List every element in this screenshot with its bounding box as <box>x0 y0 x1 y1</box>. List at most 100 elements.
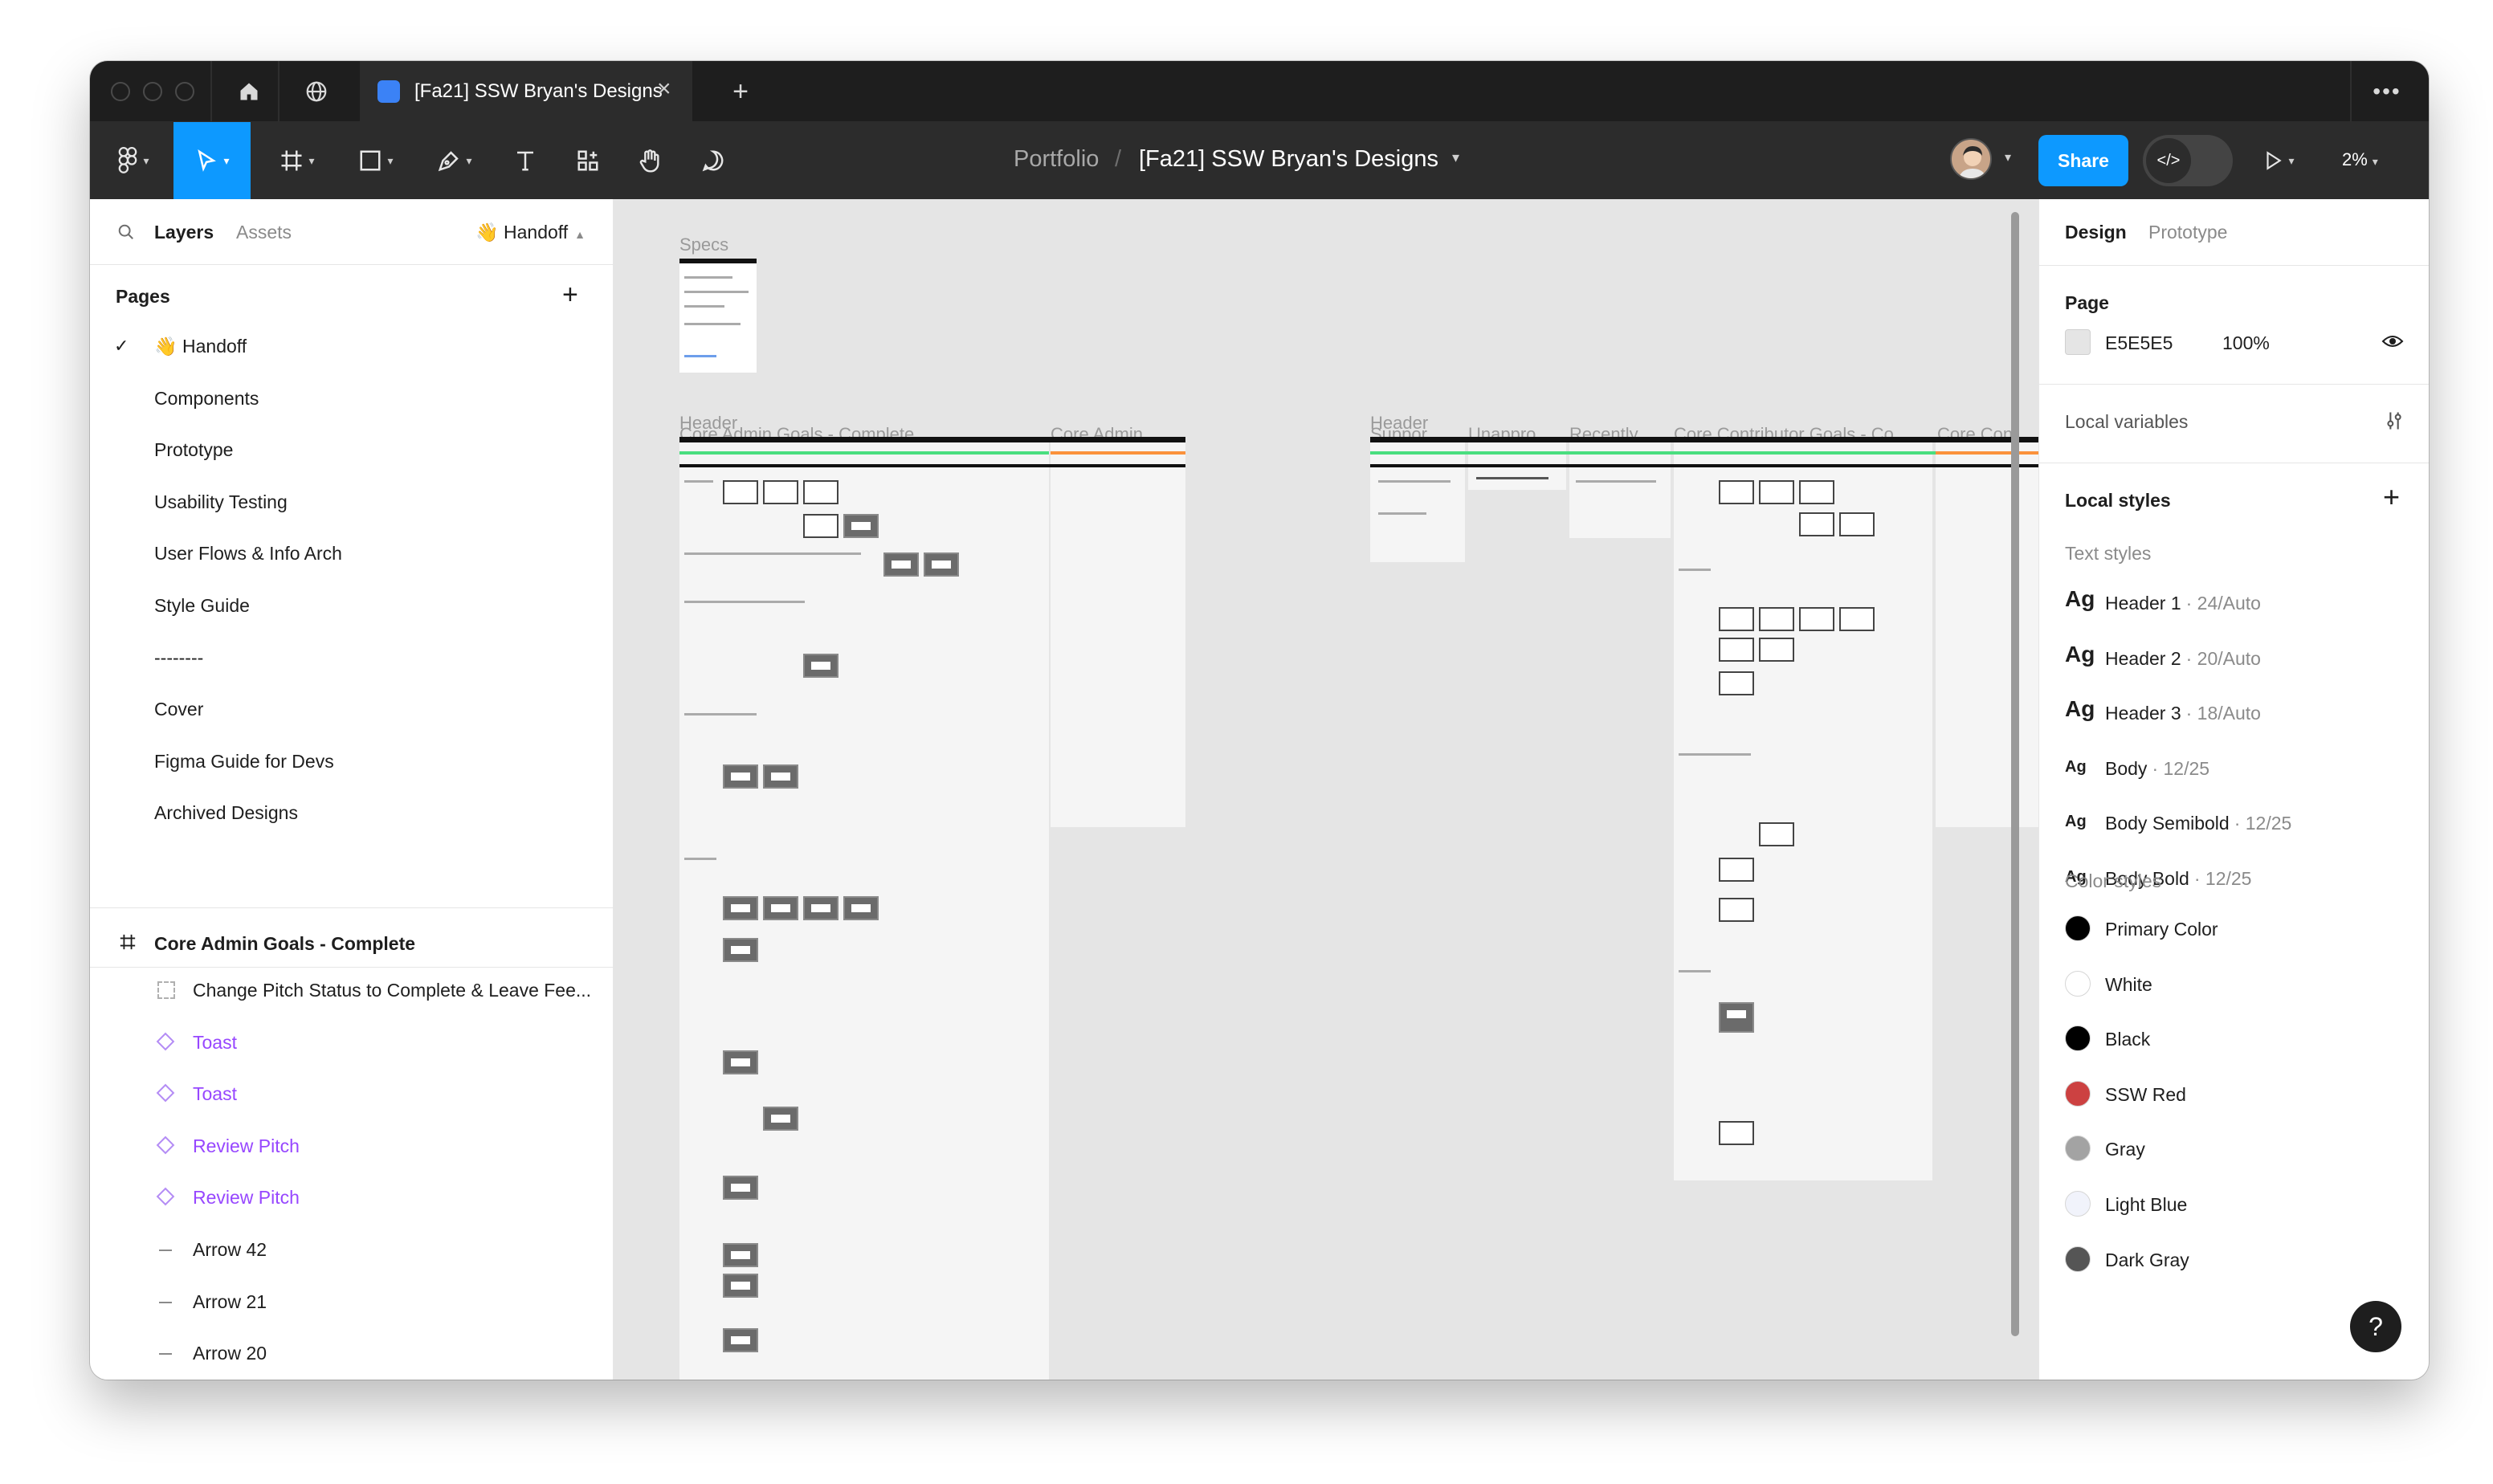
page-item[interactable]: -------- <box>90 638 613 679</box>
add-page-button[interactable]: + <box>562 279 578 311</box>
screen-thumbnail[interactable] <box>1719 858 1754 882</box>
layer-item[interactable]: Review Pitch <box>90 1126 613 1168</box>
text-style-item[interactable]: Ag Body · 12/25 <box>2039 747 2429 787</box>
screen-thumbnail[interactable] <box>1719 607 1754 631</box>
color-style-item[interactable]: Primary Color <box>2039 909 2429 949</box>
screen-thumbnail[interactable] <box>1799 607 1834 631</box>
comment-tool[interactable] <box>689 122 737 199</box>
screen-thumbnail[interactable] <box>803 480 838 504</box>
layer-item[interactable]: Arrow 21 <box>90 1282 613 1323</box>
screen-thumbnail[interactable] <box>1719 671 1754 695</box>
support-frame[interactable] <box>1370 437 1465 562</box>
screen-thumbnail[interactable] <box>1759 822 1794 846</box>
screen-thumbnail[interactable] <box>803 896 838 920</box>
plus-icon[interactable]: + <box>724 75 757 108</box>
page-item[interactable]: Figma Guide for Devs <box>90 741 613 783</box>
more-icon[interactable]: ••• <box>2371 75 2403 108</box>
share-button[interactable]: Share <box>2038 135 2128 186</box>
figma-menu-button[interactable]: ▾ <box>104 122 162 199</box>
screen-thumbnail[interactable] <box>723 896 758 920</box>
window-close-button[interactable] <box>111 82 130 101</box>
screen-thumbnail[interactable] <box>803 654 838 678</box>
avatar[interactable] <box>1950 138 1992 180</box>
layer-item[interactable]: Change Pitch Status to Complete & Leave … <box>90 970 613 1012</box>
screen-thumbnail[interactable] <box>723 1050 758 1074</box>
page-item[interactable]: Prototype <box>90 430 613 471</box>
color-style-item[interactable]: SSW Red <box>2039 1074 2429 1115</box>
color-style-item[interactable]: Gray <box>2039 1129 2429 1169</box>
hand-tool[interactable] <box>626 122 675 199</box>
file-name[interactable]: [Fa21] SSW Bryan's Designs <box>1139 146 1438 173</box>
screen-thumbnail[interactable] <box>763 480 798 504</box>
screen-thumbnail[interactable] <box>763 896 798 920</box>
screen-thumbnail[interactable] <box>843 896 879 920</box>
screen-thumbnail[interactable] <box>763 1107 798 1131</box>
pen-tool[interactable]: ▾ <box>422 122 487 199</box>
add-style-button[interactable]: + <box>2383 480 2400 514</box>
screen-thumbnail[interactable] <box>723 1243 758 1267</box>
current-page-selector[interactable]: 👋 Handoff ▲ <box>475 222 586 243</box>
local-variables-title[interactable]: Local variables <box>2065 411 2188 433</box>
text-tool[interactable] <box>501 122 549 199</box>
close-icon[interactable]: × <box>657 75 671 103</box>
present-button[interactable]: ▾ <box>2250 122 2307 199</box>
color-style-item[interactable]: White <box>2039 964 2429 1005</box>
layer-item[interactable]: Toast <box>90 1074 613 1115</box>
text-style-item[interactable]: Ag Header 2 · 20/Auto <box>2039 637 2429 677</box>
screen-thumbnail[interactable] <box>1759 638 1794 662</box>
screen-thumbnail[interactable] <box>1759 607 1794 631</box>
page-color-swatch[interactable] <box>2065 329 2091 355</box>
sliders-icon[interactable] <box>2383 410 2405 430</box>
tab-layers[interactable]: Layers <box>154 222 214 243</box>
screen-thumbnail[interactable] <box>723 938 758 962</box>
frame-tool[interactable]: ▾ <box>265 122 329 199</box>
specs-frame[interactable] <box>679 259 757 373</box>
zoom-level[interactable]: 2% ▾ <box>2342 149 2378 170</box>
screen-thumbnail[interactable] <box>723 1328 758 1352</box>
core-admin-frame[interactable] <box>1051 437 1185 827</box>
screen-thumbnail[interactable] <box>1719 898 1754 922</box>
screen-thumbnail[interactable] <box>723 1274 758 1298</box>
dev-mode-toggle[interactable]: </> <box>2143 135 2233 186</box>
unapproved-frame[interactable] <box>1468 437 1566 490</box>
search-icon[interactable] <box>117 223 135 241</box>
page-item[interactable]: User Flows & Info Arch <box>90 533 613 575</box>
screen-thumbnail[interactable] <box>1759 480 1794 504</box>
page-item[interactable]: Cover <box>90 689 613 731</box>
file-tab[interactable]: [Fa21] SSW Bryan's Designs × <box>360 61 692 122</box>
screen-thumbnail[interactable] <box>723 480 758 504</box>
move-tool[interactable]: ▾ <box>173 122 251 199</box>
tab-assets[interactable]: Assets <box>236 222 292 243</box>
page-item[interactable]: Components <box>90 378 613 420</box>
canvas-scrollbar[interactable] <box>2011 212 2019 1336</box>
screen-thumbnail[interactable] <box>1719 480 1754 504</box>
frame-label-specs[interactable]: Specs <box>679 234 728 255</box>
screen-thumbnail[interactable] <box>1839 607 1875 631</box>
page-item[interactable]: ✓ 👋 Handoff <box>90 326 613 368</box>
color-style-item[interactable]: Dark Gray <box>2039 1240 2429 1280</box>
resources-tool[interactable] <box>564 122 612 199</box>
page-opacity[interactable]: 100% <box>2222 332 2270 354</box>
text-style-item[interactable]: Ag Header 1 · 24/Auto <box>2039 581 2429 622</box>
screen-thumbnail[interactable] <box>1719 1121 1754 1145</box>
layer-item[interactable]: Arrow 42 <box>90 1229 613 1271</box>
layer-item[interactable]: Review Pitch <box>90 1177 613 1219</box>
color-style-item[interactable]: Black <box>2039 1019 2429 1059</box>
core-contributor-goals-frame[interactable] <box>1674 437 1932 1180</box>
home-icon[interactable] <box>233 75 265 108</box>
shape-tool[interactable]: ▾ <box>344 122 408 199</box>
core-con-frame[interactable] <box>1936 437 2038 827</box>
screen-thumbnail[interactable] <box>883 552 919 577</box>
help-button[interactable]: ? <box>2350 1301 2401 1352</box>
tab-prototype[interactable]: Prototype <box>2148 222 2227 243</box>
screen-thumbnail[interactable] <box>1719 638 1754 662</box>
color-style-item[interactable]: Light Blue <box>2039 1184 2429 1225</box>
screen-thumbnail[interactable] <box>1799 480 1834 504</box>
window-zoom-button[interactable] <box>175 82 194 101</box>
screen-thumbnail[interactable] <box>723 1176 758 1200</box>
text-style-item[interactable]: Ag Body Semibold · 12/25 <box>2039 801 2429 842</box>
globe-icon[interactable] <box>300 75 333 108</box>
screen-thumbnail[interactable] <box>924 552 959 577</box>
chevron-down-icon[interactable]: ▾ <box>2005 149 2011 165</box>
layer-item[interactable]: Arrow 20 <box>90 1333 613 1375</box>
